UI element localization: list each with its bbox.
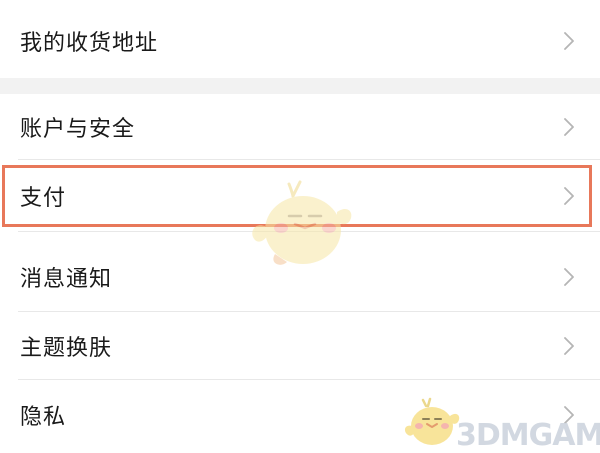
menu-item-label: 账户与安全 [20,117,136,142]
chevron-right-icon [564,337,574,355]
menu-item-label: 消息通知 [20,267,113,292]
menu-item-account-security[interactable]: 账户与安全 [0,94,600,160]
settings-screen: 我的收货地址 账户与安全 支付 消息通知 主题换肤 隐私 3DMGAM [0,0,600,453]
menu-item-label: 隐私 [20,405,67,430]
chevron-right-icon [564,187,574,205]
menu-item-notifications[interactable]: 消息通知 [0,242,600,312]
menu-item-label: 我的收货地址 [20,31,159,56]
chevron-right-icon [564,32,574,50]
menu-item-address[interactable]: 我的收货地址 [0,4,600,78]
menu-item-privacy[interactable]: 隐私 [0,380,600,450]
section-separator [0,78,600,94]
menu-item-label: 主题换肤 [20,336,113,361]
menu-item-theme[interactable]: 主题换肤 [0,312,600,380]
chevron-right-icon [564,268,574,286]
menu-item-label: 支付 [20,186,67,211]
menu-item-payment[interactable]: 支付 [0,160,600,232]
chevron-right-icon [564,118,574,136]
chevron-right-icon [564,406,574,424]
row-divider [18,231,600,232]
